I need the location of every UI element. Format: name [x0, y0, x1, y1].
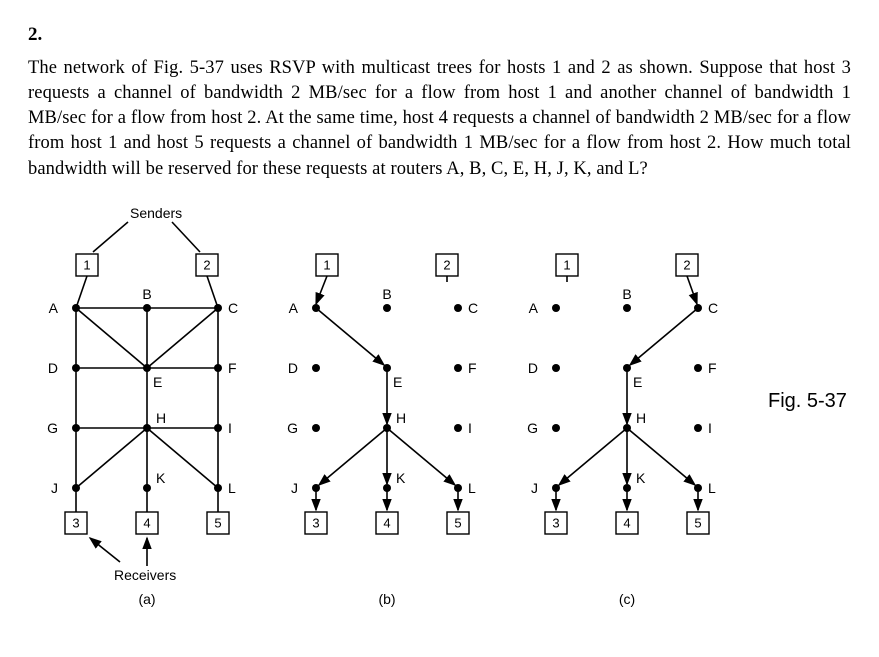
host-5: 5 — [447, 512, 469, 534]
edges-a — [76, 276, 218, 512]
svg-text:A: A — [529, 300, 539, 316]
host-2: 2 — [196, 254, 218, 276]
svg-text:J: J — [51, 480, 58, 496]
router-A: A — [289, 300, 320, 316]
panel-b: 1 2 A B C D E F G H I J K L 3 4 5 — [287, 254, 478, 607]
svg-text:3: 3 — [72, 515, 79, 530]
host-1: 1 — [76, 254, 98, 276]
svg-text:5: 5 — [454, 515, 461, 530]
svg-text:1: 1 — [563, 257, 570, 272]
router-E: E — [623, 364, 642, 390]
router-D: D — [48, 360, 80, 376]
svg-text:J: J — [291, 480, 298, 496]
router-F: F — [694, 360, 717, 376]
svg-text:I: I — [228, 420, 232, 436]
host-1: 1 — [316, 254, 338, 276]
svg-text:B: B — [142, 286, 151, 302]
router-A: A — [529, 300, 560, 316]
router-G: G — [287, 420, 320, 436]
svg-text:3: 3 — [312, 515, 319, 530]
panel-c: 1 2 A B C D E F G H I J K L 3 4 5 — [527, 254, 718, 607]
svg-text:E: E — [393, 374, 402, 390]
svg-text:B: B — [622, 286, 631, 302]
problem-paragraph: The network of Fig. 5-37 uses RSVP with … — [28, 56, 851, 182]
host-4: 4 — [376, 512, 398, 534]
svg-text:D: D — [288, 360, 298, 376]
svg-text:5: 5 — [214, 515, 221, 530]
svg-text:1: 1 — [83, 257, 90, 272]
router-G: G — [47, 420, 80, 436]
svg-text:1: 1 — [323, 257, 330, 272]
svg-text:I: I — [468, 420, 472, 436]
router-F: F — [454, 360, 477, 376]
figure-diagrams: Senders 1 2 A B C D E — [28, 200, 748, 637]
svg-text:C: C — [228, 300, 238, 316]
router-D: D — [528, 360, 560, 376]
receivers-label: Receivers — [114, 567, 176, 583]
router-G: G — [527, 420, 560, 436]
svg-text:A: A — [289, 300, 299, 316]
svg-text:H: H — [636, 410, 646, 426]
svg-text:5: 5 — [694, 515, 701, 530]
router-B: B — [382, 286, 391, 312]
router-C: C — [454, 300, 478, 316]
svg-text:F: F — [708, 360, 717, 376]
caption-c: (c) — [619, 591, 635, 607]
svg-text:4: 4 — [143, 515, 150, 530]
svg-text:4: 4 — [383, 515, 390, 530]
host-5: 5 — [687, 512, 709, 534]
svg-text:L: L — [468, 480, 476, 496]
svg-text:D: D — [48, 360, 58, 376]
host-2: 2 — [676, 254, 698, 276]
svg-text:H: H — [156, 410, 166, 426]
svg-text:E: E — [633, 374, 642, 390]
host-4: 4 — [136, 512, 158, 534]
caption-b: (b) — [378, 591, 395, 607]
svg-text:L: L — [708, 480, 716, 496]
svg-text:2: 2 — [203, 257, 210, 272]
svg-text:4: 4 — [623, 515, 630, 530]
host-4: 4 — [616, 512, 638, 534]
svg-text:D: D — [528, 360, 538, 376]
router-B: B — [622, 286, 631, 312]
svg-text:B: B — [382, 286, 391, 302]
svg-text:J: J — [531, 480, 538, 496]
figure-row: Senders 1 2 A B C D E — [28, 200, 851, 637]
senders-label: Senders — [130, 205, 182, 221]
figure-svg: Senders 1 2 A B C D E — [28, 200, 748, 632]
svg-text:I: I — [708, 420, 712, 436]
host-3: 3 — [305, 512, 327, 534]
svg-text:K: K — [156, 470, 166, 486]
host-3: 3 — [545, 512, 567, 534]
caption-a: (a) — [138, 591, 155, 607]
svg-text:F: F — [468, 360, 477, 376]
router-E: E — [383, 364, 402, 390]
svg-text:G: G — [287, 420, 298, 436]
router-I: I — [694, 420, 712, 436]
svg-text:F: F — [228, 360, 237, 376]
svg-text:K: K — [396, 470, 406, 486]
host-1: 1 — [556, 254, 578, 276]
host-5: 5 — [207, 512, 229, 534]
svg-text:K: K — [636, 470, 646, 486]
panel-a: Senders 1 2 A B C D E — [47, 205, 238, 607]
host-2: 2 — [436, 254, 458, 276]
question-number: 2. — [28, 24, 851, 46]
figure-label: Fig. 5-37 — [768, 390, 847, 413]
host-3: 3 — [65, 512, 87, 534]
router-I: I — [454, 420, 472, 436]
svg-text:2: 2 — [683, 257, 690, 272]
svg-text:G: G — [527, 420, 538, 436]
svg-text:C: C — [708, 300, 718, 316]
svg-text:2: 2 — [443, 257, 450, 272]
svg-text:A: A — [49, 300, 59, 316]
svg-text:C: C — [468, 300, 478, 316]
router-D: D — [288, 360, 320, 376]
svg-text:H: H — [396, 410, 406, 426]
svg-text:L: L — [228, 480, 236, 496]
svg-text:G: G — [47, 420, 58, 436]
svg-text:E: E — [153, 374, 162, 390]
svg-text:3: 3 — [552, 515, 559, 530]
